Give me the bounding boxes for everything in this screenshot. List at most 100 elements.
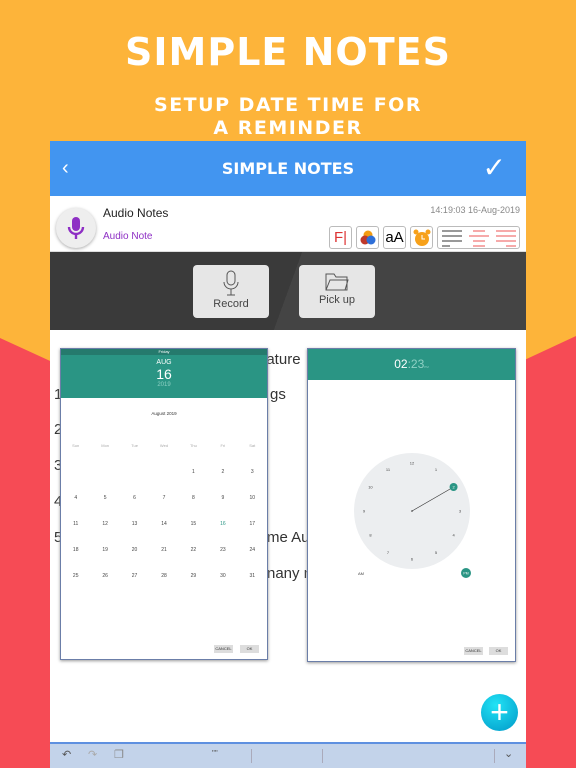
dial-number[interactable]: 12 <box>410 461 415 466</box>
promo-subtitle: SETUP DATE TIME FOR A REMINDER <box>0 94 576 140</box>
empty-cell <box>90 469 119 475</box>
calendar-day[interactable]: 1 <box>179 469 208 475</box>
calendar-day[interactable]: 22 <box>179 547 208 553</box>
align-button[interactable] <box>437 226 520 249</box>
folder-icon <box>325 273 349 291</box>
calendar-day[interactable]: 8 <box>179 495 208 501</box>
note-text: gs <box>270 386 286 403</box>
am-toggle[interactable]: AM <box>358 571 364 576</box>
calendar-day[interactable]: 24 <box>238 547 267 553</box>
calendar-day[interactable]: 12 <box>90 521 119 527</box>
weekday-header: Thu <box>189 443 197 448</box>
calendar-day[interactable]: 29 <box>179 573 208 579</box>
weekday-header: Sat <box>249 443 256 448</box>
empty-cell <box>149 469 178 475</box>
empty-cell <box>61 469 90 475</box>
promo-title: SIMPLE NOTES <box>125 30 451 74</box>
calendar-day[interactable]: 3 <box>238 469 267 475</box>
navbar: ‹ SIMPLE NOTES ✓ <box>50 141 526 196</box>
align-left-icon <box>441 230 462 246</box>
record-label: Record <box>213 298 249 310</box>
calendar-day[interactable]: 14 <box>149 521 178 527</box>
month-label: AUG <box>156 359 172 366</box>
weekday-header: Mon <box>101 443 110 448</box>
ok-button[interactable]: OK <box>240 645 259 653</box>
dial-number[interactable]: 10 <box>368 485 373 490</box>
record-button[interactable]: Record <box>193 265 269 318</box>
calendar-day[interactable]: 9 <box>208 495 237 501</box>
weekday-header: Tue <box>131 443 138 448</box>
pick-up-label: Pick up <box>318 294 356 306</box>
keyboard-toolbar: ↶ ↷ ❐ "" ⌄ <box>50 742 526 768</box>
calendar-day[interactable]: 6 <box>120 495 149 501</box>
microphone-icon[interactable] <box>56 208 96 248</box>
alarm-clock-icon <box>413 229 430 246</box>
calendar-day[interactable]: 15 <box>179 521 208 527</box>
quote-button[interactable]: "" <box>212 749 218 758</box>
app-screen: ‹ SIMPLE NOTES ✓ Audio Notes Audio Note … <box>50 141 526 768</box>
calendar-day[interactable]: 30 <box>208 573 237 579</box>
divider <box>494 749 495 763</box>
pm-toggle[interactable]: PM <box>463 572 468 576</box>
microphone-icon <box>223 270 239 296</box>
calendar-day[interactable]: 11 <box>61 521 90 527</box>
promo-subtitle-line: SETUP DATE TIME FOR <box>154 94 422 116</box>
calendar-day[interactable]: 7 <box>149 495 178 501</box>
calendar-day[interactable]: 25 <box>61 573 90 579</box>
calendar-day[interactable]: 28 <box>149 573 178 579</box>
calendar-day[interactable]: 26 <box>90 573 119 579</box>
font-tool-button[interactable]: F| <box>329 226 352 249</box>
calendar-day[interactable]: 4 <box>61 495 90 501</box>
divider <box>251 749 252 763</box>
paste-icon[interactable]: ❐ <box>114 748 124 761</box>
media-bar: Record Pick up <box>50 252 526 330</box>
calendar-day[interactable]: 13 <box>120 521 149 527</box>
time-header: 02:23PM <box>308 349 515 380</box>
color-tool-button[interactable] <box>356 226 379 249</box>
text-size-button[interactable]: aA <box>383 226 406 249</box>
minutes-display[interactable]: 23 <box>411 357 424 371</box>
clock-dial[interactable]: 121234567891011AM PM <box>308 380 517 640</box>
calendar-day[interactable]: 23 <box>208 547 237 553</box>
time-picker-dialog: 02:23PM 12 1 2 3 4 5 6 7 8 9 10 11 AM PM CANCEL OK <box>307 348 516 662</box>
cancel-button[interactable]: CANCEL <box>214 645 233 653</box>
divider <box>322 749 323 763</box>
note-subtitle: Audio Note <box>103 231 153 242</box>
calendar-day[interactable]: 19 <box>90 547 119 553</box>
calendar-day[interactable]: 18 <box>61 547 90 553</box>
calendar-day[interactable]: 20 <box>120 547 149 553</box>
undo-icon[interactable]: ↶ <box>62 748 71 761</box>
calendar-day[interactable]: 31 <box>238 573 267 579</box>
calendar-day[interactable]: 5 <box>90 495 119 501</box>
pick-up-button[interactable]: Pick up <box>299 265 375 318</box>
calendar-day[interactable]: 16 <box>208 521 237 527</box>
month-title: August 2019 <box>151 411 177 416</box>
calendar-day[interactable]: 27 <box>120 573 149 579</box>
done-checkmark-icon[interactable]: ✓ <box>483 151 506 184</box>
chevron-down-icon[interactable]: ⌄ <box>504 747 513 760</box>
note-title: Audio Notes <box>103 206 169 220</box>
year-label[interactable]: 2019 <box>61 382 267 388</box>
color-palette-icon <box>360 230 375 244</box>
hours-display[interactable]: 02 <box>394 357 407 371</box>
calendar-day[interactable]: 10 <box>238 495 267 501</box>
ok-button[interactable]: OK <box>489 647 508 655</box>
promo-subtitle-line: A REMINDER <box>213 116 363 139</box>
add-button[interactable]: + <box>481 694 518 731</box>
empty-cell <box>120 469 149 475</box>
weekday-header: Fri <box>220 443 226 448</box>
align-right-icon <box>495 230 516 246</box>
weekday-header: Wed <box>159 443 169 448</box>
alarm-button[interactable] <box>410 226 433 249</box>
note-header: Audio Notes Audio Note 14:19:03 16-Aug-2… <box>50 196 526 252</box>
align-center-icon <box>468 230 489 246</box>
calendar-day[interactable]: 17 <box>238 521 267 527</box>
note-timestamp: 14:19:03 16-Aug-2019 <box>430 205 520 215</box>
calendar-day[interactable]: 21 <box>149 547 178 553</box>
redo-icon[interactable]: ↷ <box>88 748 97 761</box>
nav-title: SIMPLE NOTES <box>221 159 355 178</box>
day-label: 16 <box>156 366 172 382</box>
cancel-button[interactable]: CANCEL <box>464 647 483 655</box>
calendar-day[interactable]: 2 <box>208 469 237 475</box>
weekday-header: Sun <box>72 443 80 448</box>
